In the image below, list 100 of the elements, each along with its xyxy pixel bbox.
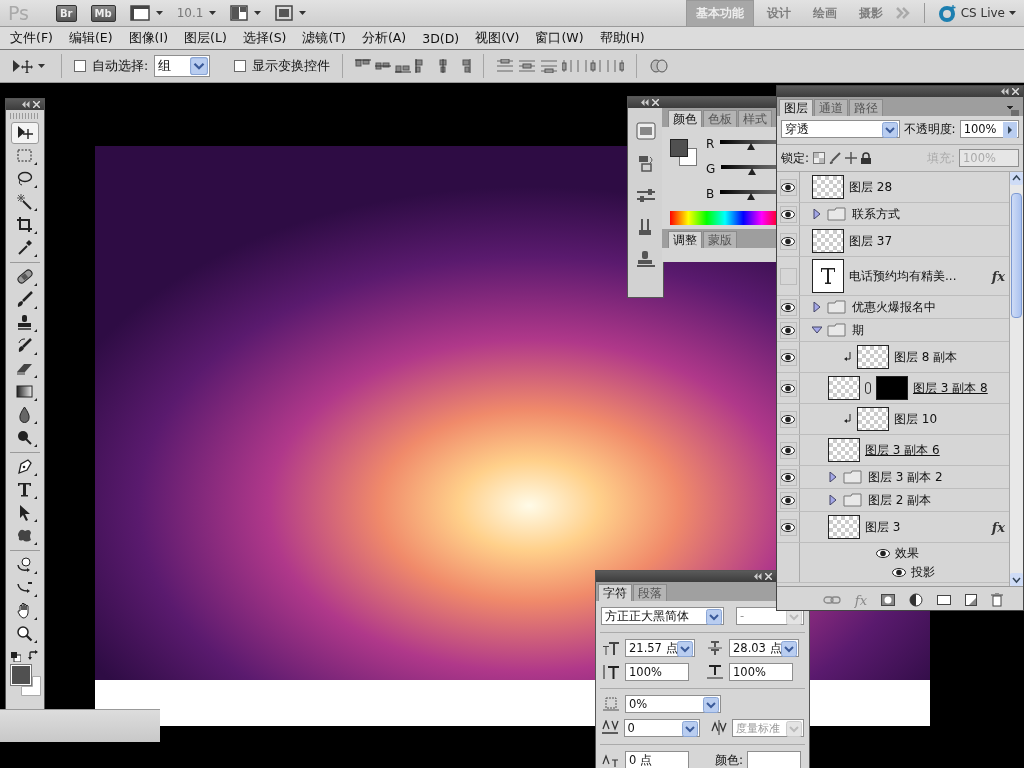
panel-tab[interactable]: 色板 — [703, 110, 737, 127]
arrow-right-icon[interactable] — [1003, 122, 1017, 138]
tool-button[interactable] — [11, 122, 39, 144]
menu-item[interactable]: 分析(A) — [353, 29, 415, 47]
menu-item[interactable]: 帮助(H) — [591, 29, 653, 47]
menu-item[interactable]: 视图(V) — [467, 29, 528, 47]
slider-thumb[interactable] — [748, 168, 757, 175]
tsume-dropdown[interactable]: 0% — [625, 695, 721, 713]
lock-transparency-icon[interactable] — [813, 152, 826, 164]
distribute-icon[interactable] — [518, 59, 537, 73]
visibility-toggle[interactable] — [777, 373, 800, 403]
panel-header[interactable] — [777, 86, 1023, 97]
visibility-toggle[interactable] — [777, 512, 800, 542]
menu-item[interactable]: 滤镜(T) — [294, 29, 354, 47]
kerning-dropdown[interactable]: 0 — [623, 719, 700, 737]
menu-item[interactable]: 图层(L) — [176, 29, 235, 47]
scrollbar-thumb[interactable] — [1011, 193, 1022, 318]
visibility-toggle[interactable] — [777, 226, 800, 256]
disclosure-triangle-icon[interactable] — [828, 495, 838, 505]
checkbox[interactable] — [234, 60, 247, 72]
text-color-swatch[interactable] — [747, 751, 802, 768]
panel-tab[interactable]: 图层 — [779, 99, 813, 116]
mini-bridge-icon[interactable] — [635, 122, 656, 140]
distribute-icon[interactable] — [496, 59, 515, 73]
disclosure-triangle-icon[interactable] — [812, 209, 822, 219]
lock-pixels-icon[interactable] — [829, 152, 842, 164]
scroll-down-icon[interactable] — [1010, 573, 1023, 586]
visibility-toggle[interactable] — [777, 296, 800, 318]
panel-header[interactable] — [628, 97, 663, 108]
panel-tab[interactable]: 字符 — [598, 584, 632, 601]
distribute-icon[interactable] — [584, 59, 603, 73]
panel-tab[interactable]: 蒙版 — [703, 231, 737, 248]
blend-mode-dropdown[interactable]: 穿透 — [781, 120, 900, 138]
default-colors-icon[interactable] — [11, 652, 21, 662]
layer-style-badge[interactable]: fx — [991, 268, 1009, 284]
visibility-toggle[interactable] — [777, 203, 800, 225]
distribute-icon[interactable] — [606, 59, 625, 73]
menu-item[interactable]: 图像(I) — [120, 29, 177, 47]
panel-header[interactable] — [596, 571, 776, 582]
mini-bridge-button[interactable]: Mb — [90, 4, 116, 22]
new-layer-icon[interactable] — [965, 594, 977, 606]
disclosure-triangle-icon[interactable] — [828, 472, 838, 482]
opacity-label: 不透明度: — [903, 120, 956, 138]
layer-style-badge[interactable]: fx — [991, 519, 1009, 535]
trash-icon[interactable] — [991, 593, 1003, 607]
slider-thumb[interactable] — [747, 193, 756, 200]
disclosure-triangle-icon[interactable] — [812, 325, 822, 335]
menu-item[interactable]: 文件(F) — [2, 29, 61, 47]
view-extras-button[interactable] — [129, 5, 163, 21]
disclosure-triangle-icon[interactable] — [812, 302, 822, 312]
clone-source-icon[interactable] — [635, 250, 656, 268]
bridge-button[interactable]: Br — [56, 4, 77, 22]
arrange-documents-button[interactable] — [230, 5, 262, 21]
add-mask-icon[interactable] — [881, 594, 895, 606]
cs-live-button[interactable]: CS Live — [938, 4, 1016, 22]
menu-item[interactable]: 选择(S) — [234, 29, 295, 47]
panel-tab[interactable]: 段落 — [633, 584, 667, 601]
lock-position-icon[interactable] — [845, 152, 858, 164]
vertical-scale-field[interactable]: 100% — [625, 663, 689, 681]
checkbox[interactable] — [74, 60, 86, 72]
font-family-dropdown[interactable]: 方正正大黑简体 — [601, 607, 725, 625]
visibility-toggle[interactable] — [777, 172, 800, 202]
scroll-up-icon[interactable] — [1010, 172, 1023, 185]
adjustment-layer-icon[interactable] — [909, 593, 923, 607]
panel-tab[interactable]: 调整 — [668, 231, 702, 248]
folder-icon[interactable] — [937, 595, 951, 605]
panel-tab[interactable]: 颜色 — [668, 110, 702, 127]
panel-header[interactable] — [6, 99, 44, 110]
menu-item[interactable]: 3D(D) — [414, 30, 468, 46]
swap-colors-icon[interactable] — [28, 650, 39, 661]
foreground-color-swatch[interactable] — [670, 139, 688, 157]
opacity-field[interactable]: 100% — [959, 120, 1019, 138]
auto-select-dropdown[interactable]: 组 — [154, 55, 211, 77]
slider-thumb[interactable] — [747, 143, 756, 150]
actions-icon[interactable] — [635, 188, 656, 204]
eye-icon — [781, 352, 795, 362]
visibility-toggle[interactable] — [777, 404, 800, 434]
leading-field[interactable]: 28.03 点 — [729, 639, 799, 657]
visibility-toggle[interactable] — [777, 435, 800, 465]
horizontal-scale-field[interactable]: 100% — [729, 663, 793, 681]
font-size-field[interactable]: 21.57 点 — [625, 639, 695, 657]
align-icon[interactable] — [375, 59, 392, 73]
panel-menu-icon[interactable] — [1007, 106, 1019, 116]
visibility-toggle[interactable] — [777, 489, 800, 511]
baseline-shift-field[interactable]: 0 点 — [625, 751, 689, 768]
menu-item[interactable]: 窗口(W) — [527, 29, 592, 47]
background-color-swatch[interactable] — [21, 676, 41, 696]
lock-icon[interactable] — [861, 152, 872, 164]
visibility-toggle[interactable] — [777, 319, 800, 341]
screen-mode-button[interactable] — [275, 5, 307, 21]
auto-align-icon[interactable] — [649, 58, 670, 74]
panel-tab[interactable]: 通道 — [814, 99, 848, 116]
panel-tab[interactable]: 路径 — [849, 99, 883, 116]
visibility-toggle[interactable] — [777, 257, 800, 295]
panel-tab[interactable]: 样式 — [738, 110, 772, 127]
visibility-toggle[interactable] — [777, 342, 800, 372]
distribute-icon[interactable] — [562, 59, 581, 73]
menu-item[interactable]: 编辑(E) — [60, 29, 121, 47]
distribute-icon[interactable] — [540, 59, 559, 73]
visibility-toggle[interactable] — [777, 466, 800, 488]
